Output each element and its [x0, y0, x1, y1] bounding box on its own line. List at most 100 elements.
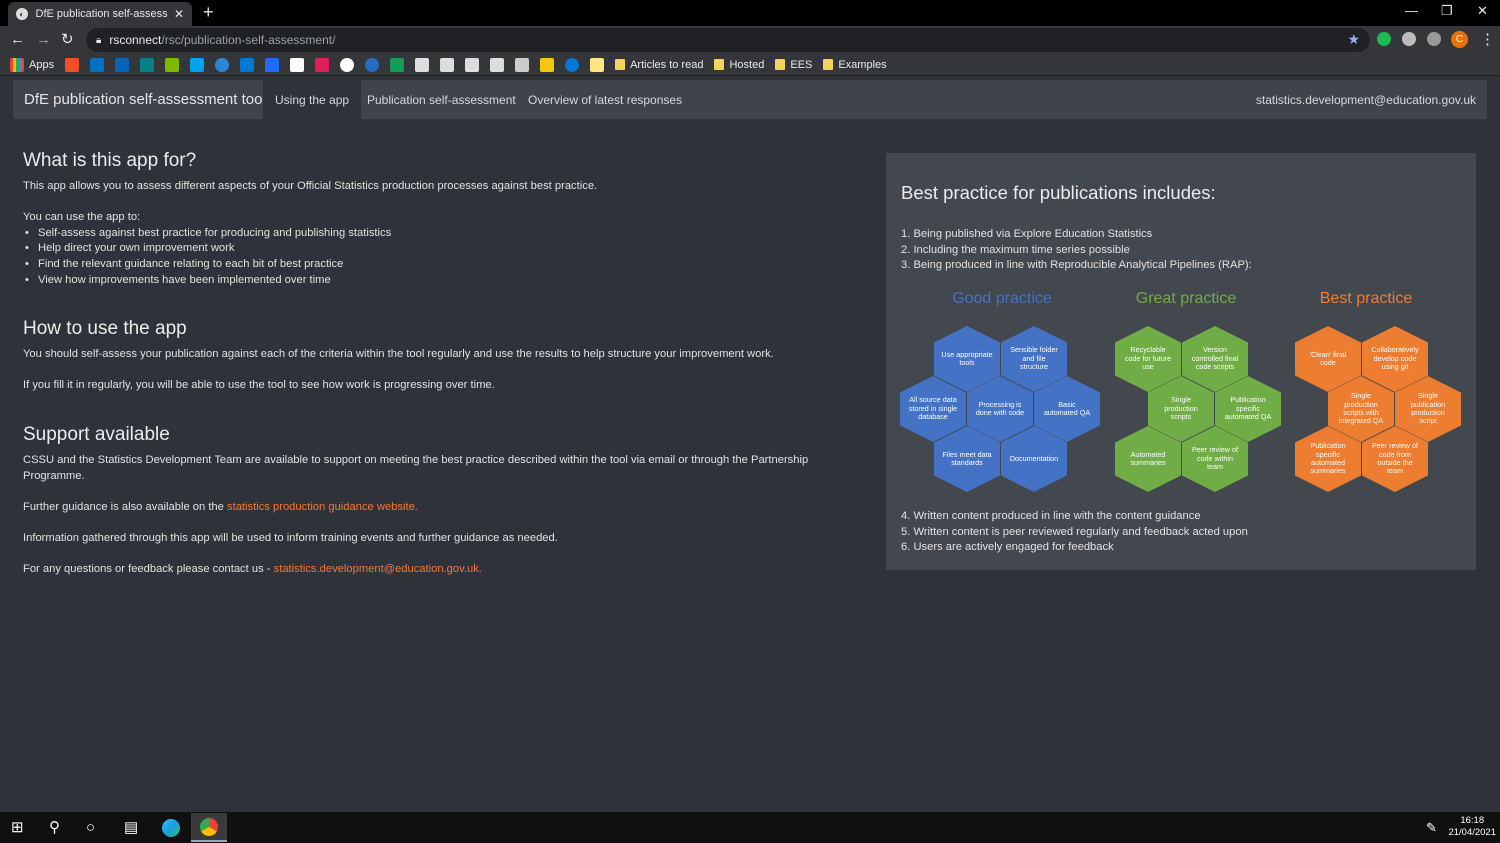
- forward-icon[interactable]: →: [36, 31, 51, 49]
- section-heading-support: Support available: [23, 423, 170, 445]
- section-heading-how: How to use the app: [23, 318, 187, 340]
- crown-icon[interactable]: [490, 57, 505, 72]
- url-path: /rsc/publication-self-assessment/: [161, 33, 336, 47]
- contact-email-link[interactable]: statistics.development@education.gov.uk: [1256, 93, 1476, 107]
- microsoft-icon[interactable]: [65, 57, 80, 72]
- bookmark-folder-articles[interactable]: Articles to read: [615, 59, 703, 71]
- edge-icon[interactable]: [215, 57, 230, 72]
- tab-close-icon[interactable]: ✕: [174, 7, 184, 21]
- panel-heading: Best practice for publications includes:: [901, 182, 1216, 203]
- app-brand[interactable]: DfE publication self-assessment tool: [24, 91, 266, 108]
- clock-date: 21/04/2021: [1448, 827, 1496, 838]
- new-tab-icon[interactable]: +: [203, 3, 214, 21]
- reload-icon[interactable]: ↻: [61, 31, 74, 49]
- bookmark-star-icon[interactable]: ★: [1347, 31, 1360, 48]
- back-icon[interactable]: ←: [10, 31, 25, 49]
- support-text: Further guidance is also available on th…: [23, 500, 227, 513]
- slack-icon[interactable]: [315, 57, 330, 72]
- folder-icon: [775, 59, 786, 70]
- extensions-puzzle-icon[interactable]: [1427, 32, 1441, 46]
- crown-icon[interactable]: [465, 57, 480, 72]
- contact-email-inline-link[interactable]: statistics.development@education.gov.uk.: [274, 563, 482, 575]
- qr-icon[interactable]: [515, 57, 530, 72]
- jira-icon[interactable]: [265, 57, 280, 72]
- main-content: What is this app for? This app allows yo…: [23, 150, 853, 578]
- apps-grid-icon: [10, 57, 24, 72]
- sharepoint-icon[interactable]: [140, 57, 155, 72]
- bookmark-folder-hosted[interactable]: Hosted: [714, 59, 764, 71]
- microsoft-icon[interactable]: [190, 57, 205, 72]
- edge-icon: [162, 818, 180, 837]
- tab-using-the-app[interactable]: Using the app: [263, 80, 362, 119]
- chrome-taskbar-icon[interactable]: [191, 813, 227, 842]
- support-text: For any questions or feedback please con…: [23, 563, 274, 576]
- bookmark-apps[interactable]: Apps: [10, 57, 55, 72]
- best-practice-list-top: 1. Being published via Explore Education…: [901, 227, 1252, 274]
- folder-icon: [714, 59, 725, 70]
- bookmark-label: EES: [790, 58, 813, 71]
- cortana-icon[interactable]: ○: [86, 819, 95, 836]
- crown-icon[interactable]: [415, 57, 430, 72]
- bookmark-folder-ees[interactable]: EES: [775, 59, 812, 71]
- lock-icon: 🔒︎: [96, 34, 102, 46]
- onedrive-icon[interactable]: [565, 57, 580, 72]
- windows-taskbar: ⊞ ⚲ ○ ▤ ✎ 16:18 21/04/2021: [0, 812, 1500, 843]
- support-paragraph-2: Further guidance is also available on th…: [23, 500, 853, 516]
- trello-icon[interactable]: [290, 57, 305, 72]
- outlook-icon[interactable]: [90, 57, 105, 72]
- search-icon[interactable]: ⚲: [49, 819, 60, 836]
- list-item: 5. Written content is peer reviewed regu…: [901, 525, 1248, 538]
- what-bullet-list: Self-assess against best practice for pr…: [23, 226, 853, 288]
- close-window-icon[interactable]: ✕: [1477, 3, 1488, 19]
- guidance-website-link[interactable]: statistics production guidance website.: [227, 501, 418, 513]
- list-item: 6. Users are actively engaged for feedba…: [901, 541, 1114, 554]
- good-practice-heading: Good practice: [952, 290, 1052, 307]
- r-icon[interactable]: [365, 57, 380, 72]
- bookmark-label: Hosted: [729, 58, 765, 71]
- support-paragraph-3: Information gathered through this app wi…: [23, 531, 558, 544]
- bookmarks-bar: Apps Articles to read Hosted EES Example…: [0, 54, 1500, 76]
- list-item: 3. Being produced in line with Reproduci…: [901, 259, 1252, 272]
- system-clock[interactable]: 16:18 21/04/2021: [1448, 815, 1496, 839]
- what-use-intro: You can use the app to:: [23, 211, 141, 224]
- what-intro: This app allows you to assess different …: [23, 180, 598, 192]
- tab-title: DfE publication self-assessment t: [35, 8, 168, 20]
- list-item: View how improvements have been implemen…: [23, 273, 853, 289]
- folder-icon: [823, 59, 834, 70]
- restore-icon[interactable]: ❐: [1441, 3, 1453, 19]
- bookmark-folder-examples[interactable]: Examples: [823, 59, 887, 71]
- clock-time: 16:18: [1460, 815, 1485, 826]
- minimize-icon[interactable]: —: [1405, 3, 1418, 18]
- profile-avatar[interactable]: C: [1451, 31, 1468, 48]
- outlook-icon[interactable]: [115, 57, 130, 72]
- tab-overview-latest-responses[interactable]: Overview of latest responses: [516, 80, 694, 119]
- windows-start-icon[interactable]: ⊞: [11, 819, 24, 836]
- extension-icon[interactable]: [1377, 32, 1391, 46]
- support-paragraph-1: CSSU and the Statistics Development Team…: [23, 453, 809, 482]
- notes-icon[interactable]: [590, 57, 605, 72]
- azure-icon[interactable]: [240, 57, 255, 72]
- best-practice-panel: Best practice for publications includes:…: [886, 153, 1476, 570]
- how-paragraph-1: You should self-assess your publication …: [23, 348, 774, 361]
- browser-tab[interactable]: ◐ DfE publication self-assessment t ✕: [8, 2, 192, 26]
- great-practice-heading: Great practice: [1135, 290, 1237, 307]
- chrome-icon: [200, 817, 218, 836]
- edge-taskbar-icon[interactable]: [153, 813, 189, 842]
- google-drive-icon[interactable]: [390, 57, 405, 72]
- powerbi-icon[interactable]: [540, 57, 555, 72]
- list-item: Self-assess against best practice for pr…: [23, 226, 853, 242]
- task-view-icon[interactable]: ▤: [124, 819, 138, 836]
- extension-gear-icon[interactable]: [1402, 32, 1416, 46]
- list-item: 4. Written content produced in line with…: [901, 510, 1201, 522]
- tab-publication-self-assessment[interactable]: Publication self-assessment: [355, 80, 528, 119]
- app-navbar: DfE publication self-assessment tool Usi…: [13, 80, 1487, 119]
- browser-toolbar: ← → ↻ 🔒︎ rsconnect/rsc/publication-self-…: [0, 26, 1500, 54]
- address-bar[interactable]: 🔒︎ rsconnect/rsc/publication-self-assess…: [86, 28, 1370, 52]
- section-heading-what: What is this app for?: [23, 150, 197, 171]
- browser-menu-icon[interactable]: ⋮: [1480, 31, 1495, 49]
- bookmark-label: Apps: [29, 58, 55, 71]
- github-icon[interactable]: [340, 57, 355, 72]
- crown-icon[interactable]: [440, 57, 455, 72]
- microsoft-icon[interactable]: [165, 57, 180, 72]
- pen-icon[interactable]: ✎: [1426, 819, 1437, 836]
